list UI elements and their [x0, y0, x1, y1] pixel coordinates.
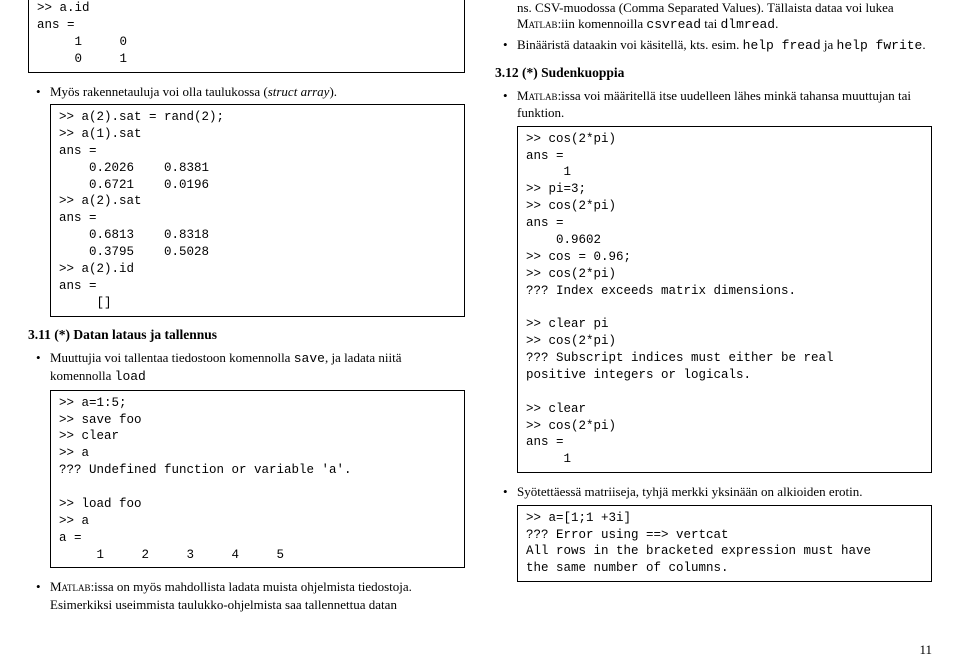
matlab-sc: Matlab — [517, 88, 558, 103]
code-block-4: >> cos(2*pi) ans = 1 >> pi=3; >> cos(2*p… — [517, 126, 932, 474]
continuation-text: ns. CSV-muodossa (Comma Separated Values… — [495, 0, 932, 32]
bullet-matlab-csv: Matlab:issa on myös mahdollista ladata m… — [28, 578, 465, 613]
matlab-sc: Matlab — [517, 16, 558, 31]
text: Binääristä dataakin voi käsitellä, kts. … — [517, 37, 743, 52]
text: . — [922, 37, 925, 52]
text: ). — [329, 84, 337, 99]
bullet-binary: Binääristä dataakin voi käsitellä, kts. … — [495, 36, 932, 55]
section-3-12-heading: 3.12 (*) Sudenkuoppia — [495, 65, 932, 81]
bullet-matrix-space: Syötettäessä matriiseja, tyhjä merkki yk… — [495, 483, 932, 582]
text: Myös rakennetauluja voi olla taulukossa … — [50, 84, 268, 99]
tt-csvread: csvread — [646, 17, 701, 32]
text: Syötettäessä matriiseja, tyhjä merkki yk… — [517, 484, 863, 499]
text-italic: struct array — [268, 84, 330, 99]
tt-dlmread: dlmread — [721, 17, 776, 32]
text: :iin komennoilla — [558, 16, 647, 31]
tt-help-fwrite: help fwrite — [837, 38, 923, 53]
text: ja — [821, 37, 837, 52]
text: :issa on myös mahdollista ladata muista … — [50, 579, 412, 612]
text: . — [775, 16, 778, 31]
tt-help-fread: help fread — [743, 38, 821, 53]
text: ns. CSV-muodossa (Comma Separated Values… — [517, 0, 894, 15]
bullet-redefine: Matlab:issa voi määritellä itse uudellee… — [495, 87, 932, 474]
code-block-1: >> a.id ans = 1 0 0 1 — [28, 0, 465, 73]
matlab-sc: Matlab — [50, 579, 91, 594]
bullet-save-load: Muuttujia voi tallentaa tiedostoon komen… — [28, 349, 465, 569]
text: :issa voi määritellä itse uudelleen lähe… — [517, 88, 911, 121]
section-3-11-heading: 3.11 (*) Datan lataus ja tallennus — [28, 327, 465, 343]
text: Muuttujia voi tallentaa tiedostoon komen… — [50, 350, 294, 365]
code-block-2: >> a(2).sat = rand(2); >> a(1).sat ans =… — [50, 104, 465, 317]
tt-load: load — [115, 369, 146, 384]
text: tai — [701, 16, 721, 31]
code-block-3: >> a=1:5; >> save foo >> clear >> a ??? … — [50, 390, 465, 569]
page-number: 11 — [919, 642, 932, 658]
code-block-5: >> a=[1;1 +3i] ??? Error using ==> vertc… — [517, 505, 932, 583]
bullet-struct-array: Myös rakennetauluja voi olla taulukossa … — [28, 83, 465, 317]
tt-save: save — [294, 351, 325, 366]
